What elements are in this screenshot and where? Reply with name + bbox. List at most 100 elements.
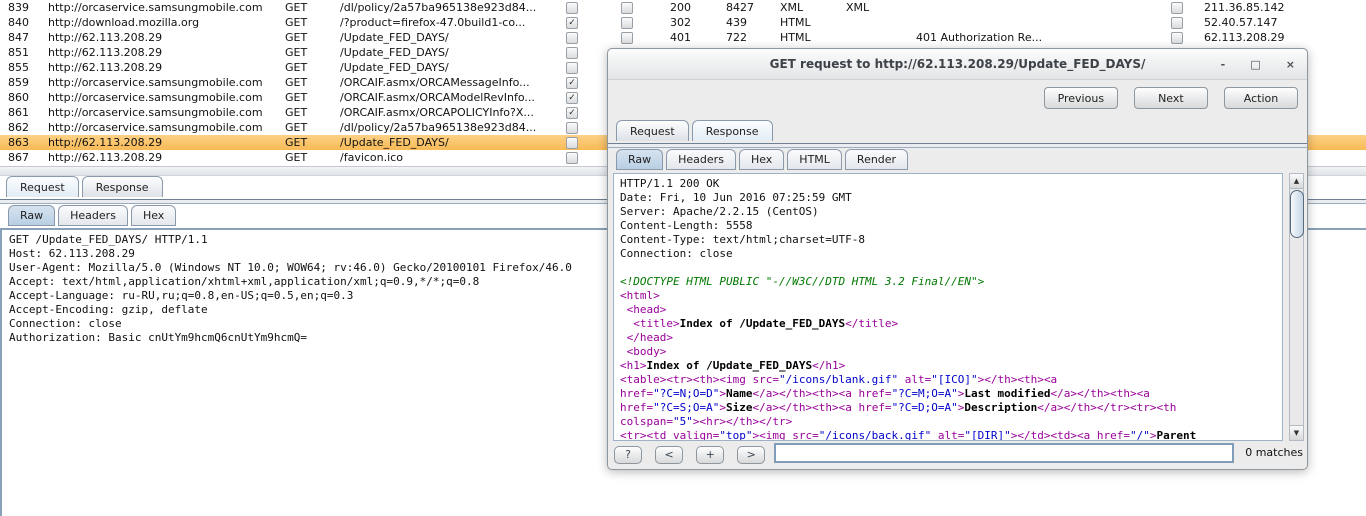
scroll-up-icon[interactable]: ▲ — [1290, 174, 1303, 189]
search-next-button[interactable]: > — [737, 446, 765, 464]
ip-cell: 211.36.85.142 — [1204, 1, 1284, 14]
text-line: </head> — [620, 331, 1282, 345]
length-cell: 8427 — [726, 1, 754, 14]
row-number: 860 — [8, 91, 29, 104]
next-button[interactable]: Next — [1134, 87, 1208, 109]
method-cell: GET — [285, 136, 307, 149]
text-line: href="?C=N;O=D">Name</a></th><th><a href… — [620, 387, 1282, 401]
request-viewer-subtabs: RawHeadersHex — [8, 205, 179, 226]
text-line: colspan="5"><hr></th></tr> — [620, 415, 1282, 429]
method-cell: GET — [285, 31, 307, 44]
row-number: 839 — [8, 1, 29, 14]
subtab-raw[interactable]: Raw — [8, 205, 55, 226]
params-checkbox[interactable] — [566, 137, 578, 149]
text-line: Content-Length: 5558 — [620, 219, 1282, 233]
url-cell: /Update_FED_DAYS/ — [340, 136, 449, 149]
url-cell: /Update_FED_DAYS/ — [340, 31, 449, 44]
subtab-hex[interactable]: Hex — [131, 205, 176, 226]
row-number: 840 — [8, 16, 29, 29]
mime-type-cell: XML — [780, 1, 803, 14]
edited-checkbox[interactable] — [621, 32, 633, 44]
text-line: Content-Type: text/html;charset=UTF-8 — [620, 233, 1282, 247]
dialog-subtab-render[interactable]: Render — [845, 149, 908, 170]
params-checkbox[interactable]: ✓ — [566, 17, 578, 29]
table-row[interactable]: 847http://62.113.208.29GET/Update_FED_DA… — [0, 30, 1366, 45]
dialog-subtab-headers[interactable]: Headers — [666, 149, 736, 170]
comment-checkbox[interactable] — [1171, 32, 1183, 44]
search-bar: ? < + > 0 matches — [614, 443, 1303, 465]
host-cell: http://orcaservice.samsungmobile.com — [48, 76, 263, 89]
comment-checkbox[interactable] — [1171, 2, 1183, 14]
row-number: 867 — [8, 151, 29, 164]
search-help-button[interactable]: ? — [614, 446, 642, 464]
params-checkbox[interactable] — [566, 2, 578, 14]
params-checkbox[interactable] — [566, 32, 578, 44]
dialog-subtab-html[interactable]: HTML — [787, 149, 842, 170]
host-cell: http://orcaservice.samsungmobile.com — [48, 91, 263, 104]
url-cell: /Update_FED_DAYS/ — [340, 46, 449, 59]
dialog-tab-request[interactable]: Request — [616, 120, 689, 141]
search-input[interactable] — [774, 443, 1234, 463]
method-cell: GET — [285, 106, 307, 119]
host-cell: http://download.mozilla.org — [48, 16, 199, 29]
text-line: <title>Index of /Update_FED_DAYS</title> — [620, 317, 1282, 331]
text-line: href="?C=S;O=A">Size</a></th><th><a href… — [620, 401, 1282, 415]
dialog-titlebar[interactable]: GET request to http://62.113.208.29/Upda… — [608, 49, 1307, 80]
row-number: 862 — [8, 121, 29, 134]
comment-checkbox[interactable] — [1171, 17, 1183, 29]
url-cell: /ORCAIF.asmx/ORCAPOLICYInfo?X... — [340, 106, 534, 119]
params-checkbox[interactable] — [566, 122, 578, 134]
dialog-subtabs: RawHeadersHexHTMLRender — [616, 149, 911, 170]
dialog-tab-response[interactable]: Response — [692, 120, 773, 141]
text-line: HTTP/1.1 200 OK — [620, 177, 1282, 191]
search-add-button[interactable]: + — [696, 446, 724, 464]
window-controls: - □ × — [1201, 49, 1295, 79]
table-row[interactable]: 839http://orcaservice.samsungmobile.comG… — [0, 0, 1366, 15]
edited-checkbox[interactable] — [621, 2, 633, 14]
tab-divider — [608, 143, 1307, 148]
host-cell: http://62.113.208.29 — [48, 151, 162, 164]
params-checkbox[interactable] — [566, 62, 578, 74]
minimize-icon[interactable]: - — [1221, 51, 1226, 79]
text-line: <h1>Index of /Update_FED_DAYS</h1> — [620, 359, 1282, 373]
table-row[interactable]: 840http://download.mozilla.orgGET/?produ… — [0, 15, 1366, 30]
maximize-icon[interactable]: □ — [1250, 51, 1260, 79]
mime-type-cell: HTML — [780, 16, 811, 29]
method-cell: GET — [285, 151, 307, 164]
host-cell: http://62.113.208.29 — [48, 31, 162, 44]
edited-checkbox[interactable] — [621, 17, 633, 29]
extension-cell: XML — [846, 1, 869, 14]
search-previous-button[interactable]: < — [655, 446, 683, 464]
row-number: 861 — [8, 106, 29, 119]
dialog-subtab-raw[interactable]: Raw — [616, 149, 663, 170]
ip-cell: 62.113.208.29 — [1204, 31, 1284, 44]
text-line: <table><tr><th><img src="/icons/blank.gi… — [620, 373, 1282, 387]
previous-button[interactable]: Previous — [1044, 87, 1118, 109]
dialog-tabs: RequestResponse — [616, 120, 776, 143]
scroll-down-icon[interactable]: ▼ — [1290, 425, 1303, 440]
response-raw-text[interactable]: HTTP/1.1 200 OKDate: Fri, 10 Jun 2016 07… — [613, 173, 1283, 441]
close-icon[interactable]: × — [1286, 51, 1295, 79]
method-cell: GET — [285, 1, 307, 14]
dialog-subtab-hex[interactable]: Hex — [739, 149, 784, 170]
text-line: <!DOCTYPE HTML PUBLIC "-//W3C//DTD HTML … — [620, 275, 1282, 289]
url-cell: /ORCAIF.asmx/ORCAMessageInfo... — [340, 76, 530, 89]
ip-cell: 52.40.57.147 — [1204, 16, 1277, 29]
params-checkbox[interactable]: ✓ — [566, 107, 578, 119]
method-cell: GET — [285, 91, 307, 104]
params-checkbox[interactable] — [566, 47, 578, 59]
params-checkbox[interactable]: ✓ — [566, 92, 578, 104]
title-cell: 401 Authorization Re... — [916, 31, 1042, 44]
params-checkbox[interactable]: ✓ — [566, 77, 578, 89]
tab-request[interactable]: Request — [6, 176, 79, 197]
action-button[interactable]: Action — [1224, 87, 1298, 109]
vertical-scrollbar[interactable]: ▲ ▼ — [1289, 173, 1304, 441]
method-cell: GET — [285, 121, 307, 134]
tab-response[interactable]: Response — [82, 176, 163, 197]
scrollbar-thumb[interactable] — [1290, 190, 1304, 238]
url-cell: /favicon.ico — [340, 151, 403, 164]
status-cell: 401 — [670, 31, 691, 44]
text-line: Connection: close — [620, 247, 1282, 261]
subtab-headers[interactable]: Headers — [58, 205, 128, 226]
params-checkbox[interactable] — [566, 152, 578, 164]
